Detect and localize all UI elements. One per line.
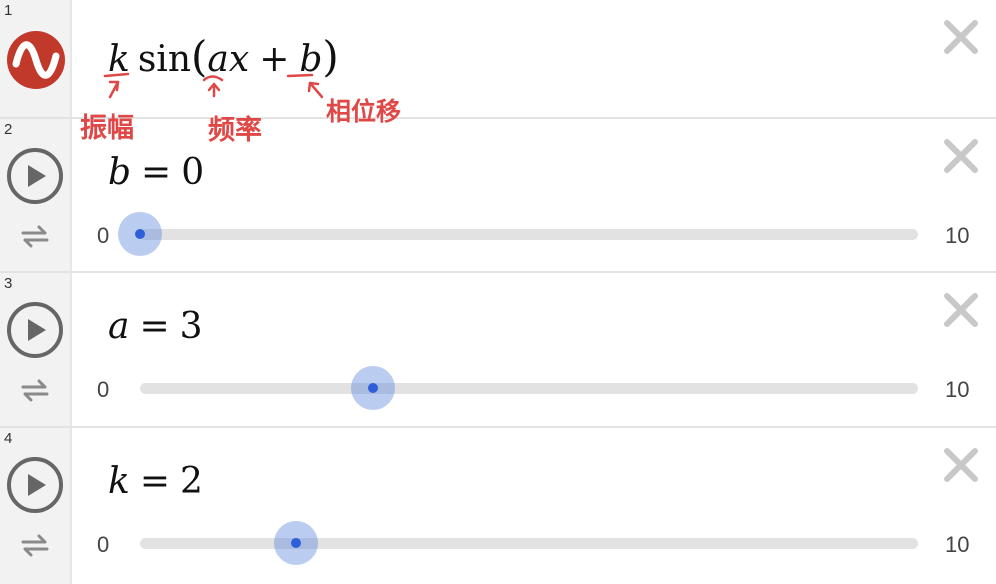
slider-row-b: 2 b = 0 0 10 (0, 119, 996, 273)
loop-icon[interactable] (20, 377, 50, 403)
equals-sign: = (141, 152, 172, 193)
slider-track[interactable] (140, 521, 918, 565)
var-name: b (108, 152, 132, 193)
slider-track[interactable] (118, 212, 918, 256)
row-gutter: 4 (0, 428, 72, 584)
slider-min: 0 (97, 223, 110, 248)
row-gutter: 2 (0, 119, 72, 271)
row-gutter: 3 (0, 273, 72, 426)
slider-thumb[interactable] (351, 366, 396, 410)
slider-max: 10 (945, 377, 970, 402)
slider-thumb[interactable] (273, 521, 318, 565)
var-value: 2 (180, 461, 203, 502)
slider-row-k: 4 k = 2 0 10 (0, 428, 996, 584)
slider-thumb[interactable] (118, 212, 162, 256)
close-icon[interactable] (942, 291, 980, 329)
slider-min: 0 (97, 532, 110, 557)
function-row[interactable]: 1 k sin(ax + b) 振幅 频率 相位移 (0, 0, 996, 146)
slider-thumb-dot (135, 229, 145, 239)
var-name: a (108, 306, 130, 347)
slider-thumb-dot (290, 538, 301, 548)
row-number: 2 (4, 121, 13, 138)
close-icon[interactable] (942, 18, 980, 56)
play-icon[interactable] (6, 147, 64, 205)
row-number: 4 (4, 430, 13, 447)
algebra-panel: 1 k sin(ax + b) 振幅 频率 相位移 2 b = 0 0 10 3… (0, 0, 996, 584)
play-icon[interactable] (6, 456, 64, 514)
slider-label-b[interactable]: b = 0 (108, 152, 204, 193)
slider-label-a[interactable]: a = 3 (108, 306, 203, 347)
equals-sign: = (139, 461, 170, 502)
slider-max: 10 (945, 532, 970, 557)
slider-row-a: 3 a = 3 0 10 (0, 273, 996, 428)
loop-icon[interactable] (20, 223, 50, 249)
slider-min: 0 (97, 377, 110, 402)
close-icon[interactable] (942, 446, 980, 484)
slider-thumb-dot (368, 383, 379, 393)
var-name: k (108, 461, 130, 502)
var-value: 0 (181, 152, 205, 193)
var-value: 3 (179, 306, 203, 347)
equals-sign: = (139, 306, 170, 347)
slider-label-k[interactable]: k = 2 (108, 461, 203, 502)
annotation-marks (103, 72, 324, 99)
slider-max: 10 (945, 223, 970, 248)
play-icon[interactable] (6, 301, 64, 359)
loop-icon[interactable] (20, 532, 50, 558)
row-number: 3 (4, 275, 13, 292)
slider-track[interactable] (140, 366, 918, 410)
close-icon[interactable] (942, 137, 980, 175)
